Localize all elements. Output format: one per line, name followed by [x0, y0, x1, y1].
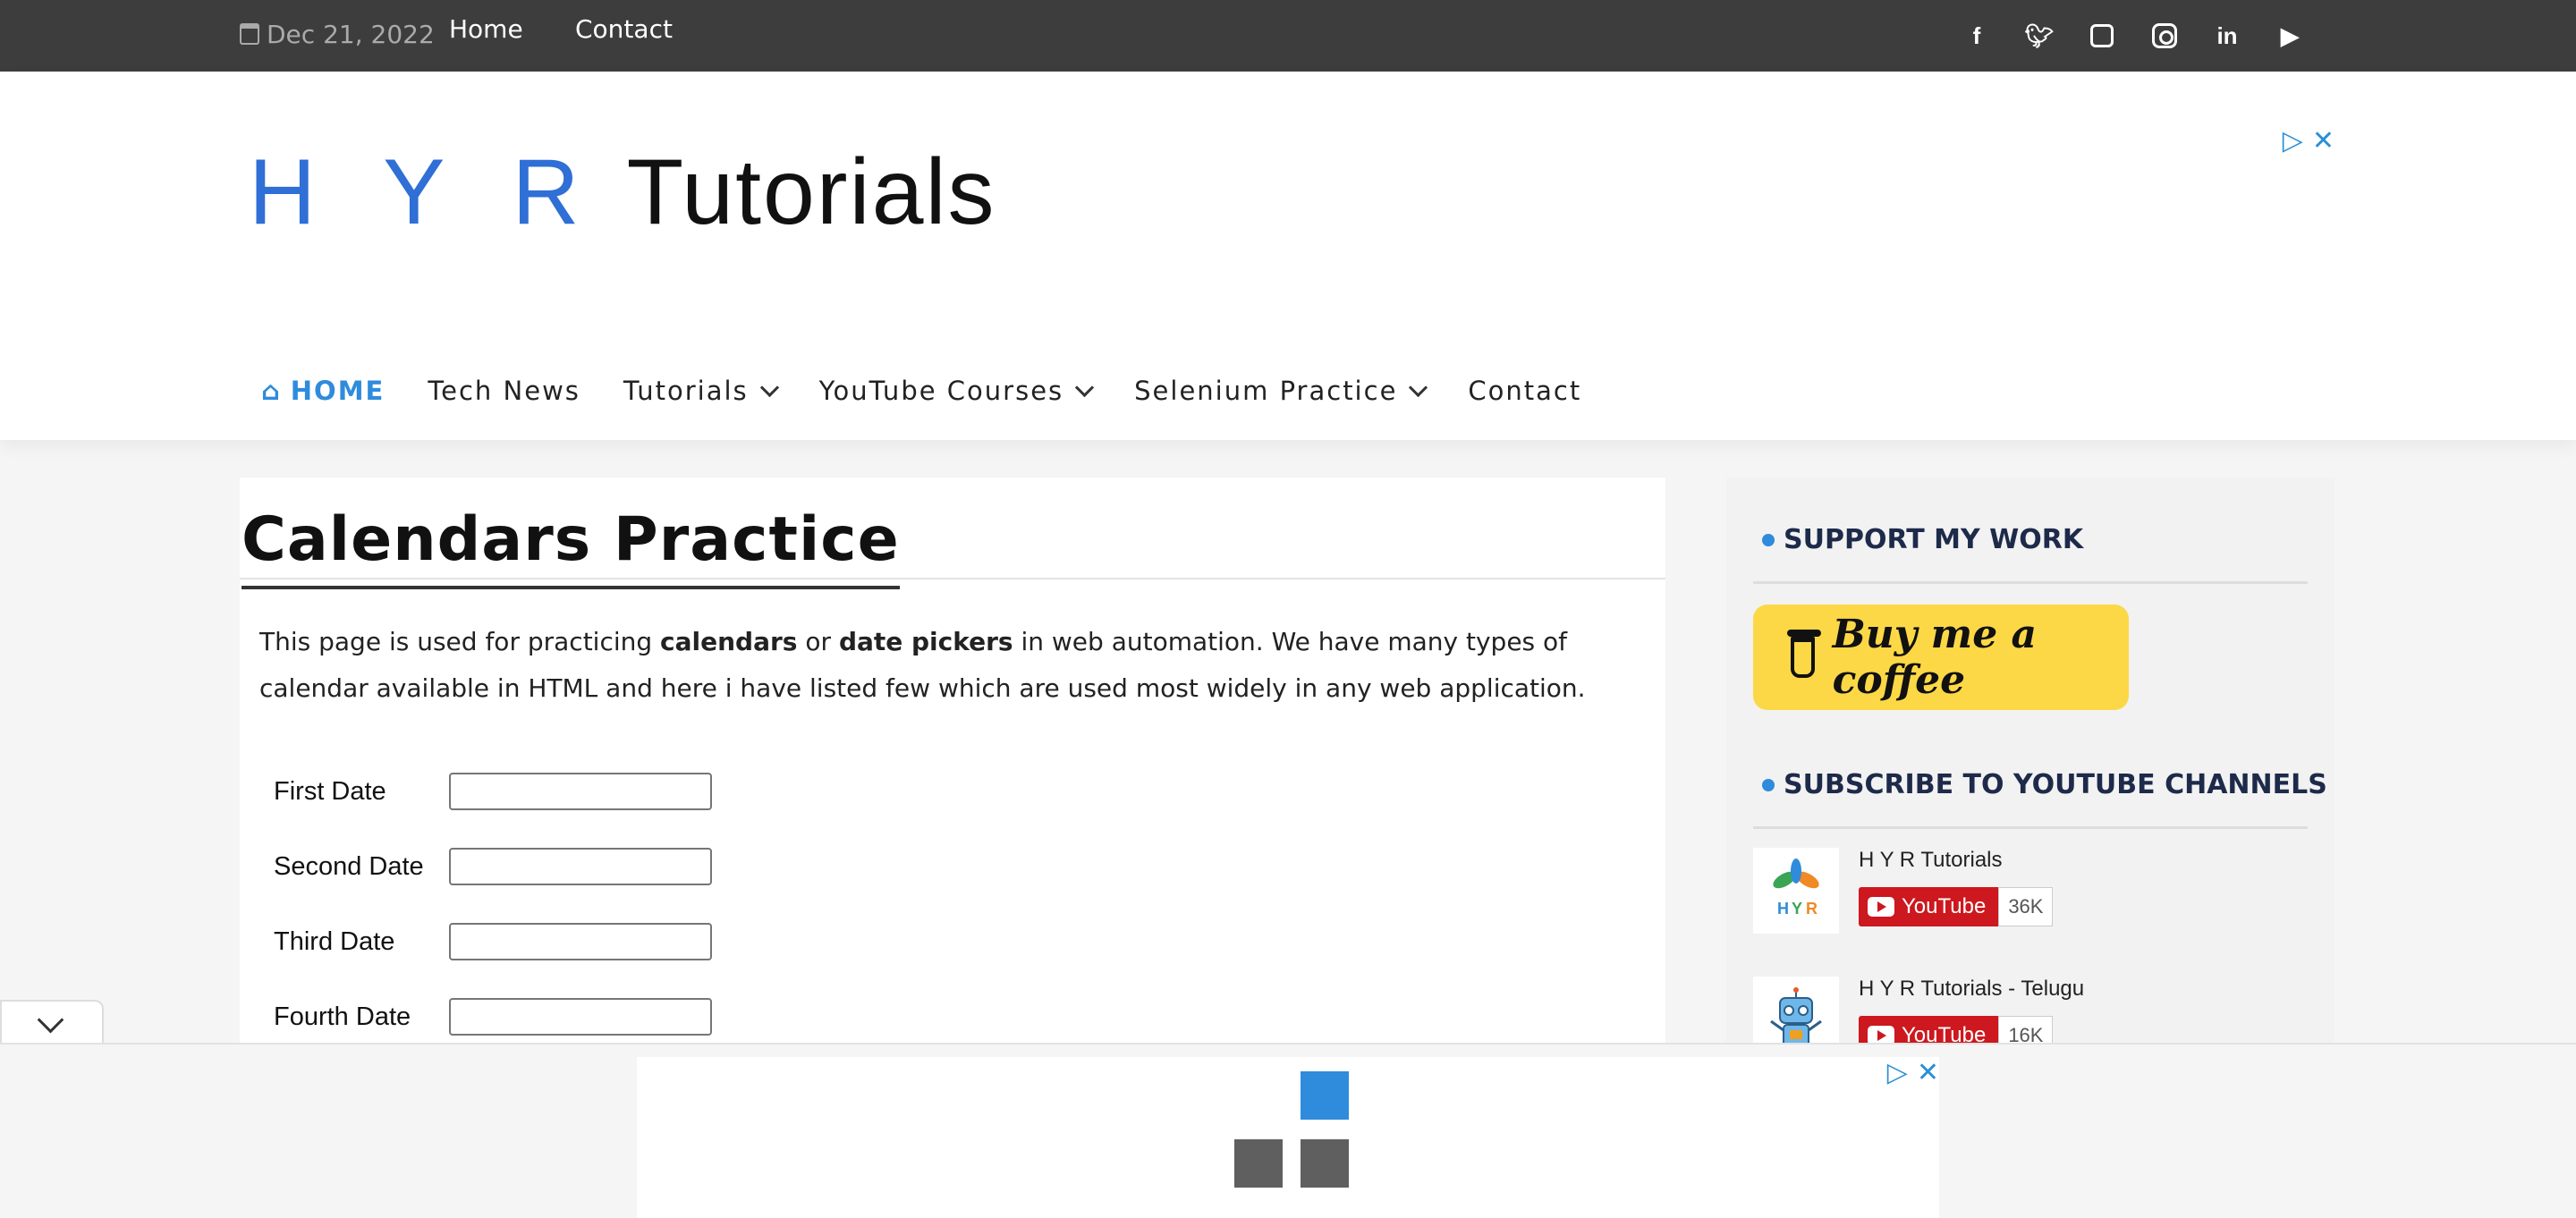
- channel-avatar[interactable]: H Y R: [1753, 848, 1839, 934]
- channel-item: H Y R H Y R Tutorials YouTube 36K: [1753, 848, 2054, 934]
- intro-bold: calendars: [660, 627, 798, 656]
- loading-square: [1301, 1139, 1349, 1188]
- nav-youtube-courses-label: YouTube Courses: [818, 376, 1064, 406]
- svg-text:Y: Y: [1792, 900, 1802, 918]
- widget-divider: [1753, 826, 2308, 829]
- logo-hyr: H Y R: [249, 140, 601, 244]
- second-date-input[interactable]: [449, 848, 712, 885]
- intro-part: This page is used for practicing: [259, 627, 661, 656]
- svg-text:R: R: [1806, 900, 1818, 918]
- nav-home-label: HOME: [290, 376, 386, 406]
- fourth-date-label: Fourth Date: [274, 1002, 411, 1031]
- instagram-icon[interactable]: [2147, 18, 2182, 54]
- youtube-button-label: YouTube: [1902, 894, 1987, 918]
- channel-name[interactable]: H Y R Tutorials - Telugu: [1859, 977, 2084, 1002]
- coffee-cup-icon: [1787, 630, 1821, 678]
- title-divider: [240, 578, 1665, 579]
- bullet-icon: [1762, 778, 1775, 791]
- fourth-date-row: Fourth Date: [274, 998, 712, 1036]
- first-date-row: First Date: [274, 773, 712, 810]
- main-content: Calendars Practice This page is used for…: [240, 478, 1665, 1050]
- support-title-text: SUPPORT MY WORK: [1784, 524, 2084, 555]
- youtube-icon[interactable]: ▶: [2272, 18, 2308, 54]
- channel-name[interactable]: H Y R Tutorials: [1859, 848, 2053, 873]
- nav-selenium-practice-label: Selenium Practice: [1134, 376, 1398, 406]
- nav-selenium-practice[interactable]: Selenium Practice: [1134, 376, 1428, 406]
- top-bar: Dec 21, 2022 Home Contact f 🐦︎ in ▶: [0, 0, 2576, 72]
- nav-tech-news[interactable]: Tech News: [428, 376, 580, 406]
- chevron-down-icon: [1075, 377, 1095, 397]
- home-icon: ⌂: [261, 376, 282, 406]
- social-links: f 🐦︎ in ▶: [1959, 18, 2308, 54]
- coffee-label: Buy me a coffee: [1832, 612, 2038, 703]
- nav-home[interactable]: ⌂ HOME: [261, 376, 385, 406]
- nav-tech-news-label: Tech News: [428, 376, 580, 406]
- collapse-ad-button[interactable]: [0, 1000, 104, 1046]
- third-date-label: Third Date: [274, 926, 395, 956]
- third-date-row: Third Date: [274, 923, 712, 960]
- svg-text:H: H: [1777, 900, 1789, 918]
- ad-close-icon[interactable]: ✕: [1917, 1057, 1939, 1088]
- nav-tutorials[interactable]: Tutorials: [623, 376, 779, 406]
- third-date-input[interactable]: [449, 923, 712, 960]
- chevron-down-icon: [1409, 377, 1428, 397]
- top-link-home[interactable]: Home: [449, 14, 523, 44]
- widget-divider: [1753, 581, 2308, 584]
- main-nav: ⌂ HOME Tech News Tutorials YouTube Cours…: [261, 376, 1581, 406]
- intro-part: or: [797, 627, 839, 656]
- intro-text: This page is used for practicing calenda…: [259, 619, 1601, 712]
- calendar-icon: [240, 23, 259, 45]
- bullet-icon: [1762, 533, 1775, 546]
- channel-info: H Y R Tutorials YouTube 36K: [1859, 848, 2054, 934]
- ad-choices-icon[interactable]: ▷: [2283, 125, 2303, 156]
- subscribe-title: SUBSCRIBE TO YOUTUBE CHANNELS: [1762, 769, 2327, 800]
- fourth-date-input[interactable]: [449, 998, 712, 1036]
- first-date-label: First Date: [274, 776, 386, 806]
- loading-square: [1234, 1139, 1283, 1188]
- youtube-subscribe[interactable]: YouTube 36K: [1859, 887, 2054, 926]
- github-icon[interactable]: [2084, 18, 2120, 54]
- youtube-play-icon: [1868, 897, 1894, 917]
- date-text: Dec 21, 2022: [267, 19, 435, 49]
- nav-contact[interactable]: Contact: [1468, 376, 1581, 406]
- second-date-row: Second Date: [274, 848, 712, 885]
- subscriber-count: 36K: [1998, 887, 2054, 926]
- top-date: Dec 21, 2022: [240, 16, 435, 52]
- page-title: Calendars Practice: [242, 504, 900, 589]
- chevron-down-icon: [759, 377, 779, 397]
- nav-youtube-courses[interactable]: YouTube Courses: [818, 376, 1095, 406]
- nav-tutorials-label: Tutorials: [623, 376, 749, 406]
- linkedin-icon[interactable]: in: [2209, 18, 2245, 54]
- subscribe-title-text: SUBSCRIBE TO YOUTUBE CHANNELS: [1784, 769, 2327, 800]
- chevron-down-icon: [37, 1006, 64, 1034]
- bottom-ad-bar: ▷ ✕: [0, 1043, 2576, 1218]
- first-date-input[interactable]: [449, 773, 712, 810]
- header-ad[interactable]: ▷ ✕: [1887, 125, 2334, 340]
- logo-tutorials: Tutorials: [626, 140, 996, 244]
- site-header: H Y R Tutorials ▷ ✕ ⌂ HOME Tech News Tut…: [0, 72, 2576, 440]
- buy-me-a-coffee-button[interactable]: Buy me a coffee: [1753, 605, 2129, 710]
- sidebar: SUPPORT MY WORK Buy me a coffee SUBSCRIB…: [1726, 478, 2334, 1062]
- second-date-label: Second Date: [274, 851, 424, 881]
- youtube-subscribe-button[interactable]: YouTube: [1859, 887, 1999, 926]
- support-title: SUPPORT MY WORK: [1762, 524, 2083, 555]
- hyr-logo-icon: H Y R: [1773, 859, 1819, 918]
- intro-bold: date pickers: [838, 627, 1013, 656]
- top-link-contact[interactable]: Contact: [575, 14, 673, 44]
- site-logo[interactable]: H Y R Tutorials: [249, 140, 996, 246]
- facebook-icon[interactable]: f: [1959, 18, 1995, 54]
- ad-close-icon[interactable]: ✕: [2312, 125, 2334, 156]
- bottom-ad[interactable]: ▷ ✕: [637, 1057, 1939, 1218]
- ad-choices-icon[interactable]: ▷: [1887, 1057, 1908, 1088]
- loading-square: [1301, 1071, 1349, 1120]
- twitter-icon[interactable]: 🐦︎: [2021, 18, 2057, 54]
- nav-contact-label: Contact: [1468, 376, 1582, 406]
